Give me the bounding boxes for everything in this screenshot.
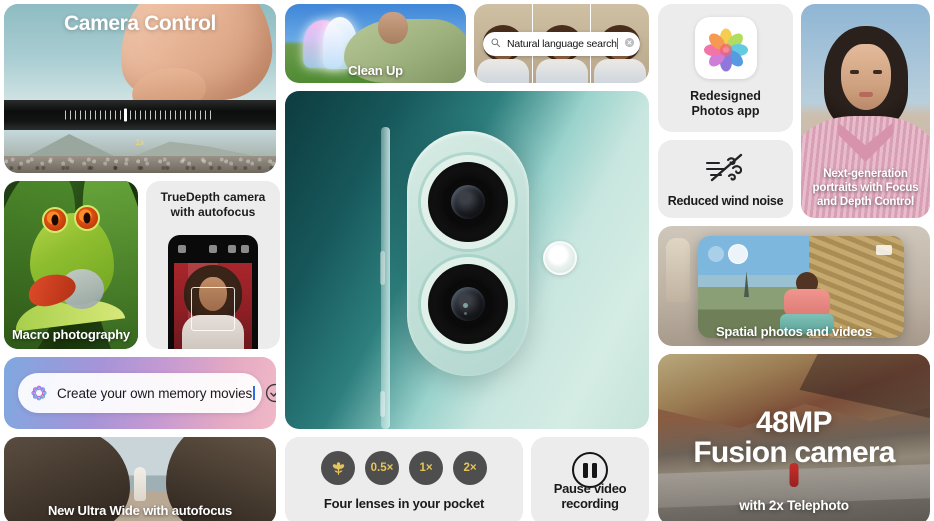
- volume-button: [380, 251, 385, 285]
- camera-control-title: Camera Control: [64, 12, 216, 35]
- photos-app-icon[interactable]: [694, 17, 757, 79]
- action-button: [380, 391, 385, 417]
- macro-caption: Macro photography: [12, 326, 130, 342]
- tree-frog-subject: [25, 205, 114, 310]
- clean-up-caption: Clean Up: [348, 62, 403, 78]
- memory-movie-prompt-field[interactable]: Create your own memory movies: [18, 373, 276, 413]
- flash-led-icon: [543, 241, 577, 275]
- text-cursor: [616, 38, 618, 49]
- frog-eye-left: [42, 207, 68, 233]
- tile-iphone-camera-hero[interactable]: [285, 91, 649, 429]
- floor-lamp: [666, 238, 690, 302]
- photos-app-caption-line1: Redesigned: [690, 88, 761, 103]
- eye-left: [849, 70, 859, 74]
- gravel-foreground: [4, 156, 276, 173]
- apple-intelligence-icon: [30, 384, 48, 402]
- camera-toolbar: [168, 235, 258, 263]
- fusion-headline-line2: Fusion camera: [693, 436, 895, 469]
- video-badge-icon: [876, 245, 892, 255]
- tile-clean-up[interactable]: Clean Up: [285, 4, 466, 83]
- lens-button-0-5x[interactable]: 0.5×: [365, 451, 399, 485]
- lips: [858, 92, 873, 97]
- spatial-caption: Spatial photos and videos: [715, 323, 873, 339]
- lens-button-macro[interactable]: [321, 451, 355, 485]
- tile-camera-control[interactable]: 1x Camera Control: [4, 4, 276, 173]
- photos-badge-icon: [728, 244, 748, 264]
- zoom-value-label: 1x: [135, 138, 145, 147]
- photos-app-caption: Redesigned Photos app: [658, 89, 793, 120]
- flash-icon: [178, 245, 186, 253]
- photos-app-caption-line2: Photos app: [691, 104, 760, 119]
- text-cursor: [253, 385, 255, 400]
- wind-noise-caption: Reduced wind noise: [667, 194, 784, 208]
- eye-right: [872, 70, 882, 74]
- shirt: [784, 289, 831, 317]
- timer-icon: [228, 245, 236, 253]
- truedepth-caption: TrueDepth camera with autofocus: [146, 190, 280, 220]
- tile-photos-app[interactable]: Redesigned Photos app: [658, 4, 793, 132]
- checkmark-circle-icon[interactable]: [264, 382, 276, 404]
- portraits-caption-line2: portraits with Focus: [812, 181, 919, 194]
- fusion-headline-line1: 48MP: [756, 406, 833, 439]
- ultra-wide-camera-lens: [421, 257, 515, 351]
- truedepth-caption-line1: TrueDepth camera: [160, 190, 266, 204]
- microphone-icon: [463, 303, 468, 308]
- tile-portraits[interactable]: Next-generation portraits with Focus and…: [801, 4, 930, 218]
- phone-edge-control-slider: [4, 100, 276, 130]
- lens-button-1x[interactable]: 1×: [409, 451, 443, 485]
- lens-button-2x[interactable]: 2×: [453, 451, 487, 485]
- portraits-caption-line3: and Depth Control: [817, 195, 914, 208]
- tile-reduced-wind-noise[interactable]: Reduced wind noise: [658, 140, 793, 218]
- lens-button-row: 0.5× 1× 2×: [285, 451, 523, 485]
- column-right: Redesigned Photos app Reduced wind noise…: [658, 4, 930, 521]
- ultra-wide-caption: New Ultra Wide with autofocus: [47, 502, 233, 518]
- feature-grid-board: 1x Camera Control Macro photography True…: [0, 0, 934, 521]
- wide-camera-lens: [421, 155, 515, 249]
- fusion-subline: with 2x Telephoto: [739, 498, 849, 513]
- memory-movie-input[interactable]: Create your own memory movies: [57, 385, 255, 401]
- tile-natural-language-search[interactable]: Natural language search: [474, 4, 649, 83]
- truedepth-caption-line2: with autofocus: [170, 205, 256, 219]
- church-spire: [744, 271, 749, 298]
- tile-macro-photography[interactable]: Macro photography: [4, 181, 138, 349]
- portraits-caption-line1: Next-generation: [823, 167, 908, 180]
- camera-bump: [407, 131, 529, 376]
- column-center: Clean Up Natural language search 0.5× 1×…: [285, 4, 649, 521]
- frog-eye-right: [74, 205, 100, 231]
- column-left: 1x Camera Control Macro photography True…: [4, 4, 280, 521]
- pause-video-caption: Pause video recording: [553, 481, 627, 511]
- tile-spatial-photos[interactable]: Spatial photos and videos: [658, 226, 930, 346]
- search-bar[interactable]: Natural language search: [483, 32, 640, 56]
- tile-fusion-camera[interactable]: 48MP Fusion camera with 2x Telephoto: [658, 354, 930, 521]
- camera-viewfinder: [174, 263, 252, 349]
- tile-ultra-wide[interactable]: New Ultra Wide with autofocus: [4, 437, 276, 521]
- four-lenses-caption: Four lenses in your pocket: [323, 496, 485, 511]
- back-button-icon[interactable]: [708, 246, 724, 262]
- magnifier-icon: [490, 35, 501, 53]
- macro-flower-icon: [332, 461, 344, 475]
- face: [840, 44, 891, 110]
- filters-icon: [241, 245, 249, 253]
- tile-pause-video[interactable]: Pause video recording: [531, 437, 649, 521]
- wind-slash-icon: [703, 151, 749, 185]
- search-input[interactable]: Natural language search: [507, 38, 618, 50]
- tile-four-lenses[interactable]: 0.5× 1× 2× Four lenses in your pocket: [285, 437, 523, 521]
- portraits-caption: Next-generation portraits with Focus and…: [801, 167, 930, 209]
- person-figure: [134, 467, 146, 501]
- tile-truedepth-camera[interactable]: TrueDepth camera with autofocus: [146, 181, 280, 349]
- tile-memory-movies[interactable]: Create your own memory movies: [4, 357, 276, 429]
- clear-circle-icon[interactable]: [624, 35, 635, 53]
- person-head: [378, 12, 408, 44]
- autofocus-box: [191, 287, 235, 331]
- live-photo-icon: [209, 245, 217, 253]
- phone-mockup: [168, 235, 258, 349]
